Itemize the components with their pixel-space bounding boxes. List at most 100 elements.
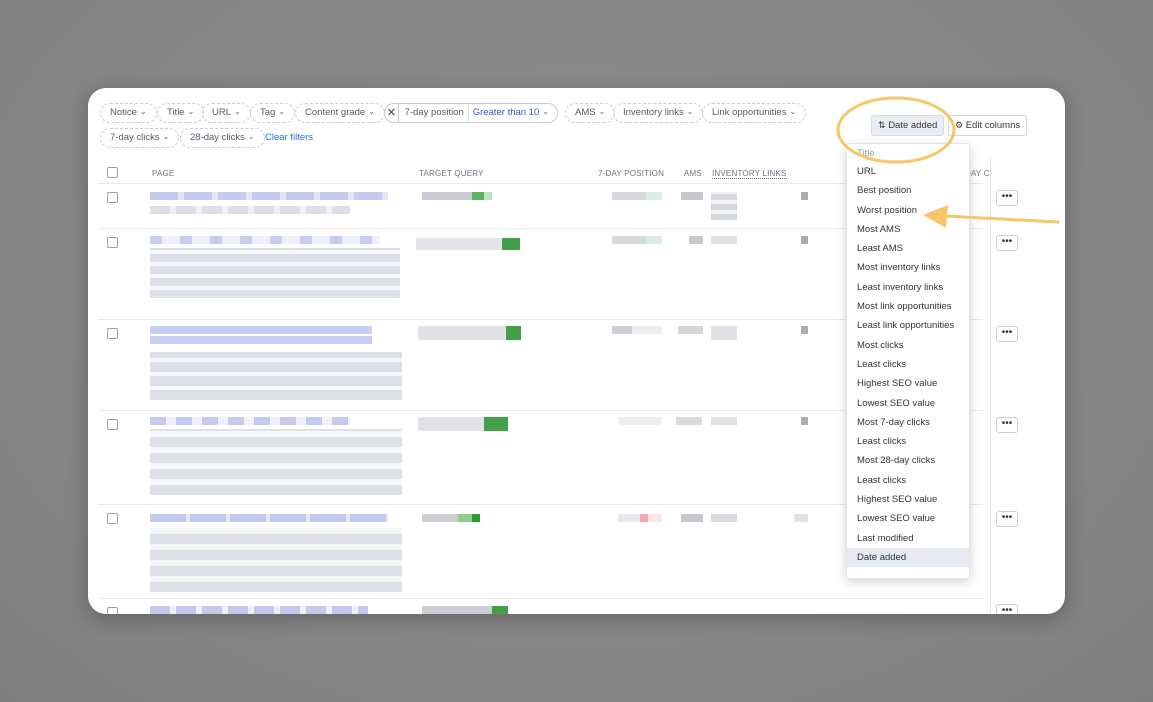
clear-filters-link[interactable]: Clear filters bbox=[265, 132, 313, 143]
page-link-blurred[interactable] bbox=[150, 606, 368, 614]
row-actions-button[interactable]: ••• bbox=[996, 604, 1018, 614]
filter-tag[interactable]: Tag ⌄ bbox=[250, 103, 296, 123]
ams-blurred bbox=[681, 514, 703, 522]
sort-option-least-clicks[interactable]: Least clicks bbox=[847, 355, 969, 374]
filter-value[interactable]: Greater than 10 ⌄ bbox=[467, 104, 557, 122]
inventory-links-blurred bbox=[711, 417, 737, 425]
sort-option-most-link-opportunities[interactable]: Most link opportunities bbox=[847, 297, 969, 316]
sort-option-date-added[interactable]: Date added bbox=[847, 547, 969, 568]
sort-option-least-ams[interactable]: Least AMS bbox=[847, 239, 969, 258]
sort-option-title[interactable]: Title bbox=[847, 148, 969, 162]
sort-option-most-clicks[interactable]: Most clicks bbox=[847, 336, 969, 355]
sort-option-highest-seo-value-2[interactable]: Highest SEO value bbox=[847, 490, 969, 509]
page-link-blurred[interactable] bbox=[150, 417, 350, 425]
chevron-down-icon: ⌄ bbox=[139, 107, 147, 116]
edit-columns-button[interactable]: ⚙ Edit columns bbox=[948, 115, 1028, 136]
target-query-blurred bbox=[422, 192, 492, 200]
filter-label: AMS bbox=[575, 107, 596, 118]
filter-7day-position-active[interactable]: ✕ 7-day position Greater than 10 ⌄ bbox=[384, 103, 558, 123]
ams-blurred bbox=[678, 326, 703, 334]
sort-option-worst-position[interactable]: Worst position bbox=[847, 201, 969, 220]
chevron-down-icon: ⌄ bbox=[247, 132, 255, 141]
sort-option-lowest-seo-value[interactable]: Lowest SEO value bbox=[847, 394, 969, 413]
sort-option-least-inventory-links[interactable]: Least inventory links bbox=[847, 278, 969, 297]
column-header-ams[interactable]: AMS bbox=[684, 169, 702, 178]
position-blurred bbox=[612, 236, 662, 244]
filter-content-grade[interactable]: Content grade ⌄ bbox=[295, 103, 385, 123]
inventory-links-blurred bbox=[711, 514, 737, 522]
inventory-links-blurred bbox=[711, 192, 737, 220]
sort-option-least-link-opportunities[interactable]: Least link opportunities bbox=[847, 316, 969, 335]
filter-ams[interactable]: AMS ⌄ bbox=[565, 103, 616, 123]
chevron-down-icon: ⌄ bbox=[598, 107, 606, 116]
filter-inventory-links[interactable]: Inventory links ⌄ bbox=[613, 103, 704, 123]
row-actions-button[interactable]: ••• bbox=[996, 235, 1018, 251]
filter-label: Content grade bbox=[305, 107, 366, 118]
row-actions-button[interactable]: ••• bbox=[996, 326, 1018, 342]
column-header-7day-position[interactable]: 7-DAY POSITION bbox=[598, 169, 664, 178]
chevron-down-icon: ⌄ bbox=[187, 107, 195, 116]
sort-option-url[interactable]: URL bbox=[847, 162, 969, 181]
sort-button[interactable]: ⇅ Date added bbox=[871, 115, 945, 136]
filter-label: Notice bbox=[110, 107, 137, 118]
column-header-page[interactable]: PAGE bbox=[152, 169, 174, 178]
cell-blurred bbox=[801, 417, 808, 425]
chevron-down-icon: ⌄ bbox=[789, 107, 797, 116]
page-link-blurred[interactable] bbox=[150, 192, 388, 200]
page-url-blurred bbox=[150, 206, 350, 214]
filter-label: Link opportunities bbox=[712, 107, 787, 118]
row-checkbox[interactable] bbox=[107, 419, 118, 430]
sort-option-most-inventory-links[interactable]: Most inventory links bbox=[847, 258, 969, 277]
row-checkbox[interactable] bbox=[107, 328, 118, 339]
page-url-blurred bbox=[150, 528, 402, 592]
sort-option-most-28day-clicks[interactable]: Most 28-day clicks bbox=[847, 451, 969, 470]
chevron-down-icon: ⌄ bbox=[162, 132, 170, 141]
sort-option-least-28day-clicks[interactable]: Least clicks bbox=[847, 471, 969, 490]
sort-option-lowest-seo-value-2[interactable]: Lowest SEO value bbox=[847, 509, 969, 528]
chevron-down-icon: ⌄ bbox=[234, 107, 241, 116]
filter-label: URL bbox=[212, 107, 232, 118]
ams-blurred bbox=[689, 236, 703, 244]
target-query-blurred bbox=[418, 326, 521, 340]
filter-title[interactable]: Title ⌄ bbox=[157, 103, 205, 123]
chevron-down-icon: ⌄ bbox=[278, 107, 286, 116]
page-link-blurred[interactable] bbox=[150, 236, 380, 244]
target-query-blurred bbox=[422, 606, 508, 614]
filter-28day-clicks[interactable]: 28-day clicks ⌄ bbox=[180, 128, 265, 148]
row-checkbox[interactable] bbox=[107, 513, 118, 524]
filter-notice[interactable]: Notice ⌄ bbox=[100, 103, 157, 123]
filter-value-text: Greater than 10 bbox=[472, 107, 540, 118]
column-header-target-query[interactable]: TARGET QUERY bbox=[419, 169, 484, 178]
sort-option-best-position[interactable]: Best position bbox=[847, 181, 969, 200]
filter-url[interactable]: URL ⌄ bbox=[202, 103, 251, 123]
page-link-blurred[interactable] bbox=[150, 326, 372, 344]
row-actions-button[interactable]: ••• bbox=[996, 417, 1018, 433]
column-header-inventory-links[interactable]: INVENTORY LINKS bbox=[712, 169, 787, 179]
row-actions-button[interactable]: ••• bbox=[996, 511, 1018, 527]
filter-7day-clicks[interactable]: 7-day clicks ⌄ bbox=[100, 128, 180, 148]
page-url-blurred bbox=[150, 352, 402, 400]
position-blurred bbox=[612, 192, 662, 200]
page-link-blurred[interactable] bbox=[150, 514, 388, 522]
sort-option-most-ams[interactable]: Most AMS bbox=[847, 220, 969, 239]
filter-link-opportunities[interactable]: Link opportunities ⌄ bbox=[702, 103, 807, 123]
select-all-checkbox[interactable] bbox=[107, 167, 118, 178]
row-divider bbox=[98, 598, 983, 599]
close-icon[interactable]: ✕ bbox=[385, 104, 399, 122]
position-blurred bbox=[618, 514, 662, 522]
sort-option-last-modified[interactable]: Last modified bbox=[847, 529, 969, 548]
row-actions-button[interactable]: ••• bbox=[996, 190, 1018, 206]
cell-blurred bbox=[794, 514, 808, 522]
position-blurred bbox=[612, 326, 662, 334]
gear-icon: ⚙ bbox=[955, 120, 964, 130]
row-checkbox[interactable] bbox=[107, 607, 118, 614]
target-query-blurred bbox=[422, 514, 480, 522]
sort-option-least-7day-clicks[interactable]: Least clicks bbox=[847, 432, 969, 451]
row-checkbox[interactable] bbox=[107, 192, 118, 203]
filter-label: 7-day position bbox=[404, 107, 464, 118]
row-checkbox[interactable] bbox=[107, 237, 118, 248]
sort-option-most-7day-clicks[interactable]: Most 7-day clicks bbox=[847, 413, 969, 432]
sort-option-highest-seo-value[interactable]: Highest SEO value bbox=[847, 374, 969, 393]
cell-blurred bbox=[801, 326, 808, 334]
ams-blurred bbox=[676, 417, 702, 425]
